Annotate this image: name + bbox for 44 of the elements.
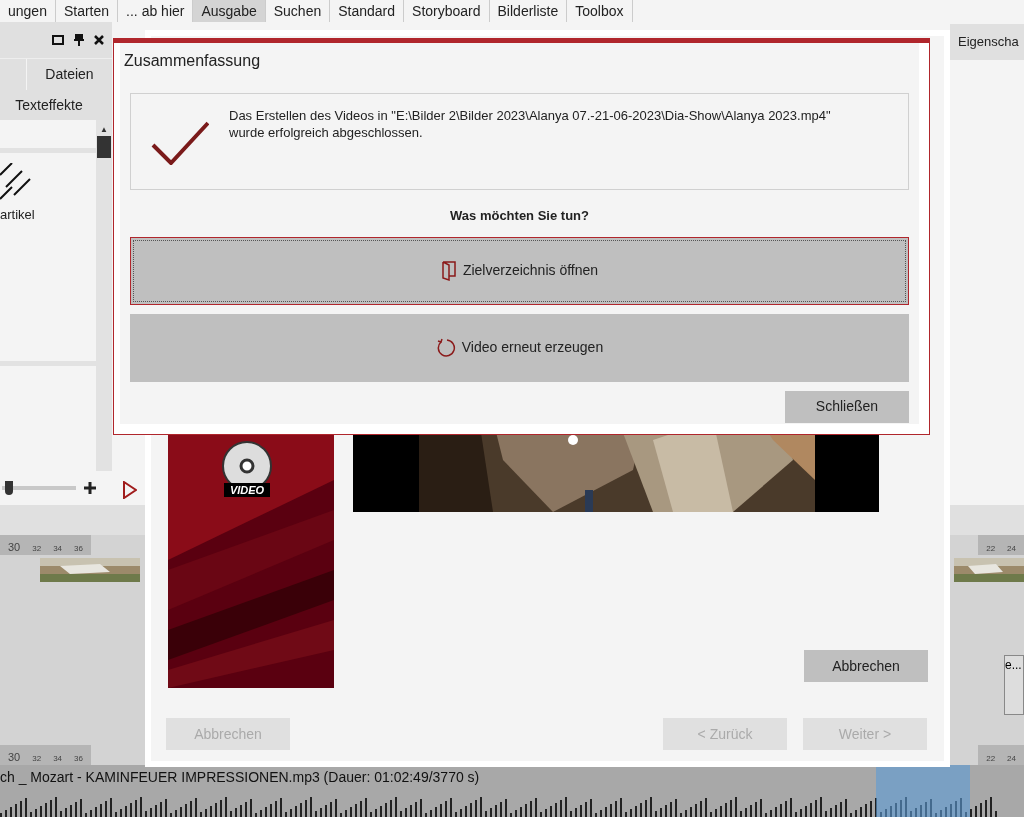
pin-icon[interactable] [74,34,84,46]
audio-clip[interactable]: e... [1004,655,1024,715]
menu-item[interactable]: Suchen [265,0,331,22]
close-icon[interactable] [94,35,104,45]
menu-item[interactable]: Storyboard [404,0,490,22]
ruler-label: 22 [986,753,996,765]
slider-thumb[interactable] [5,481,14,495]
menu-item[interactable]: Toolbox [567,0,633,22]
menu-item[interactable]: Ausgabe [193,0,266,22]
ruler-label: 36 [74,753,83,765]
effect-label: artikel [0,206,36,224]
success-message: Das Erstellen des Videos in "E:\Bilder 2\Bilder 2023\Alanya 07.-21-06-2023\Dia-Show\Alanya 2023.mp4" wurde erfolgreich abgeschlossen. [229,107,831,141]
maximize-icon[interactable] [52,35,64,45]
video-label: VIDEO [223,483,271,497]
clip-label: e... [1005,658,1022,672]
ruler-label: 22 [986,543,996,555]
play-icon[interactable] [123,481,137,499]
ruler-label: 24 [1007,753,1016,765]
action-button[interactable]: Video erneut erzeugen [130,313,909,382]
panel-tab[interactable]: Texteffekte [0,90,112,120]
checkmark-icon [151,121,209,165]
ruler-label: 32 [32,543,42,555]
ruler-label: 34 [53,543,63,555]
close-button[interactable]: Schließen [785,390,909,423]
door-icon [440,260,457,281]
menu-item[interactable]: Bilderliste [489,0,568,22]
wizard-button[interactable]: Abbrechen [804,650,928,682]
scroll-up-arrow[interactable]: ▲ [100,124,108,136]
scrollbar[interactable]: ▲ [96,120,112,471]
track-label: ch _ Mozart - KAMINFEUER IMPRESSIONEN.mp3 (Dauer: 01:02:49/3770 s) [0,768,480,787]
ruler-label: 34 [53,753,63,765]
ruler-label: 36 [74,543,83,555]
ruler-label: 30 [8,539,21,555]
ruler-label: 32 [32,753,42,765]
action-button[interactable]: Zielverzeichnis öffnen [130,236,909,305]
plus-icon[interactable] [84,482,96,494]
dialog-title: Zusammenfassung [124,51,262,71]
menu-item[interactable]: Standard [330,0,405,22]
question-text: Was möchten Sie tun? [449,207,590,225]
panel-title: Eigenscha [958,33,1019,52]
scrollbar-thumb[interactable] [97,136,111,158]
refresh-icon [435,337,456,358]
ruler-label: 30 [8,749,21,765]
ruler-label: 24 [1007,543,1016,555]
